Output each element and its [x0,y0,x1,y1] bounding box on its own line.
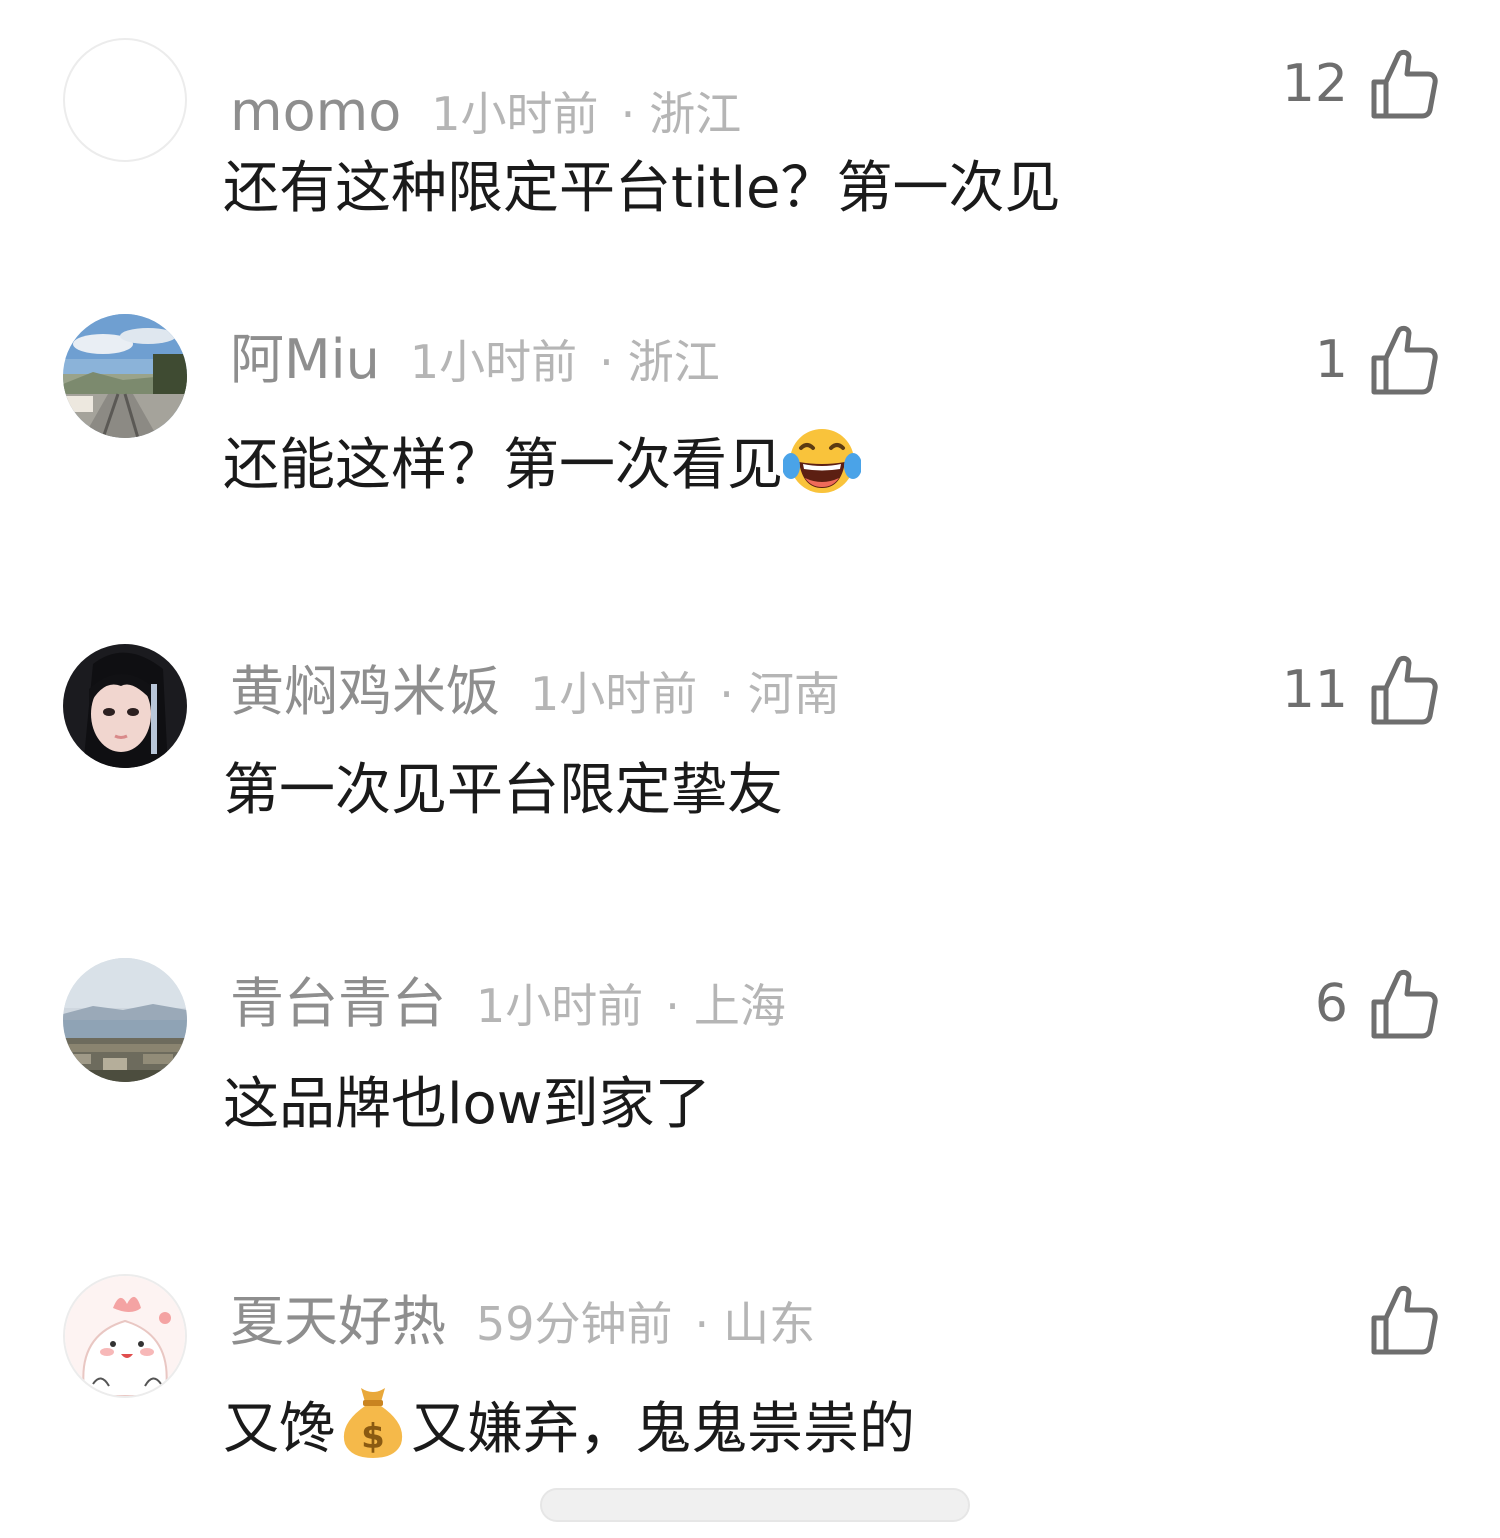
money-bag-emoji: $ [335,1382,411,1477]
like-button[interactable]: 6 [1315,964,1438,1044]
comment-item: 黄焖鸡米饭 1小时前 · 河南 第一次见平台限定挚友 11 [0,636,1500,876]
comment-location: 上海 [693,979,786,1033]
comment-text: 还有这种限定平台title？第一次见 [223,156,1061,221]
separator-dot: · [719,667,734,721]
comment-meta: 阿Miu 1小时前 · 浙江 [230,330,720,390]
comment-time: 1小时前 [476,979,644,1033]
comment-text: 这品牌也low到家了 [223,1072,711,1137]
comment-text: 第一次见平台限定挚友 [223,758,783,823]
comment-item: 青台青台 1小时前 · 上海 这品牌也low到家了 6 [0,950,1500,1190]
comment-meta: 夏天好热 59分钟前 · 山东 [230,1292,815,1352]
separator-dot: · [620,87,636,141]
username[interactable]: 青台青台 [230,972,446,1035]
username[interactable]: 阿Miu [230,328,380,391]
like-button[interactable]: 11 [1282,650,1438,730]
comment-meta: 黄焖鸡米饭 1小时前 · 河南 [230,662,840,722]
username[interactable]: 夏天好热 [230,1290,446,1353]
like-button[interactable] [1348,1280,1438,1360]
comment-location: 山东 [723,1297,816,1351]
railway-landscape-photo [63,314,187,438]
comment-meta: 青台青台 1小时前 · 上海 [230,974,786,1034]
comment-text: 还能这样？第一次看见 [223,426,862,513]
like-button[interactable]: 12 [1282,44,1438,124]
thumbs-up-icon [1371,49,1438,119]
comment-time: 1小时前 [530,667,698,721]
separator-dot: · [665,979,680,1033]
avatar[interactable] [63,38,187,162]
comment-meta: momo 1小时前 · 浙江 [230,82,741,142]
username[interactable]: momo [230,80,401,143]
comment-location: 浙江 [627,335,720,389]
avatar[interactable] [63,1274,187,1398]
lake-cityscape-photo [63,958,187,1082]
comment-location: 浙江 [649,87,742,141]
thumbs-up-icon [1371,969,1438,1039]
comment-item: 阿Miu 1小时前 · 浙江 还能这样？第一次看见 1 [0,306,1500,546]
comment-time: 1小时前 [431,87,599,141]
cartoon-character [65,1276,185,1396]
separator-dot: · [599,335,614,389]
like-count: 6 [1314,974,1348,1034]
comment-text: 又馋 $ 又嫌弃，鬼鬼祟祟的 [223,1382,915,1477]
username[interactable]: 黄焖鸡米饭 [230,660,500,723]
svg-text:$: $ [361,1417,385,1457]
comment-time: 1小时前 [409,335,578,389]
home-indicator [540,1488,970,1522]
avatar[interactable] [63,958,187,1082]
separator-dot: · [694,1297,710,1351]
comment-time: 59分钟前 [476,1297,673,1351]
portrait-photo [63,644,187,768]
avatar[interactable] [63,314,187,438]
comment-text-content: 还能这样？第一次看见 [223,433,783,498]
like-count: 12 [1281,54,1348,114]
like-button[interactable]: 1 [1315,320,1438,400]
like-count: 1 [1314,330,1348,390]
thumbs-up-icon [1371,1285,1438,1355]
like-count: 11 [1281,660,1348,720]
thumbs-up-icon [1371,655,1438,725]
tears-of-joy-emoji [782,426,862,513]
comment-location: 河南 [747,667,840,721]
comment-text-part2: 又嫌弃，鬼鬼祟祟的 [411,1397,915,1462]
thumbs-up-icon [1371,325,1438,395]
comment-item: momo 1小时前 · 浙江 还有这种限定平台title？第一次见 12 [0,30,1500,270]
comment-item: 夏天好热 59分钟前 · 山东 又馋 $ 又嫌弃，鬼鬼祟祟的 [0,1266,1500,1506]
comment-text-part1: 又馋 [223,1397,335,1462]
avatar[interactable] [63,644,187,768]
